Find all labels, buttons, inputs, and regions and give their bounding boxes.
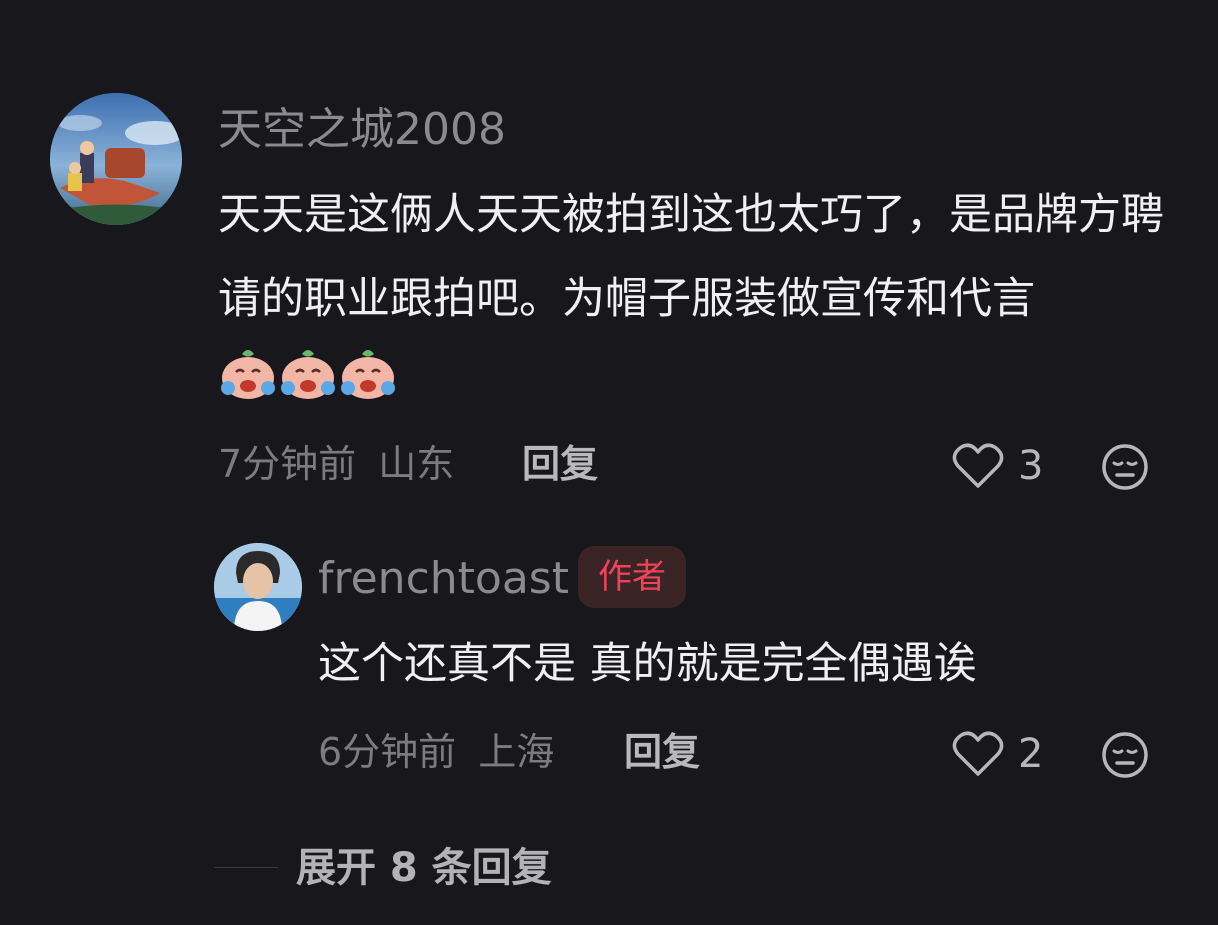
comment-username[interactable]: 天空之城2008 [218,108,506,152]
reply-like-button[interactable]: 2 [952,728,1052,780]
meh-face-icon[interactable] [1100,730,1150,780]
reply-location: 上海 [478,730,555,774]
portrait-avatar-image [214,543,302,631]
reply-time: 6分钟前 [318,730,457,774]
reply-avatar[interactable] [214,543,302,631]
reply-reply-button[interactable]: 回复 [624,733,700,771]
reply-like-count: 2 [1018,731,1044,777]
author-badge: 作者 [578,546,686,608]
comment-meta: 7分钟前 山东 [218,445,454,483]
comment-avatar[interactable] [50,93,182,225]
comment-text-body: 天天是这俩人天天被拍到这也太巧了，是品牌方聘请的职业跟拍吧。为帽子服装做宣传和代… [218,190,1164,324]
comment-time: 7分钟前 [218,442,357,486]
comment-like-count: 3 [1018,443,1044,489]
anime-airship-avatar-image [50,93,182,225]
reply-username[interactable]: frenchtoast [318,557,569,601]
comment-location: 山东 [378,442,455,486]
comment-reply-button[interactable]: 回复 [522,445,598,483]
meh-face-icon[interactable] [1100,442,1150,492]
heart-outline-icon [952,443,1004,488]
reply-meta: 6分钟前 上海 [318,733,554,771]
comment-text: 天天是这俩人天天被拍到这也太巧了，是品牌方聘请的职业跟拍吧。为帽子服装做宣传和代… [218,173,1168,430]
emoji-group [218,342,398,430]
comment-like-button[interactable]: 3 [952,440,1052,492]
heart-outline-icon [952,731,1004,776]
expand-replies-button[interactable]: 展开 8 条回复 [296,848,552,888]
crying-face-emoji-icon [221,349,395,399]
reply-text: 这个还真不是 真的就是完全偶遇诶 [318,639,977,689]
expand-divider [214,867,278,868]
